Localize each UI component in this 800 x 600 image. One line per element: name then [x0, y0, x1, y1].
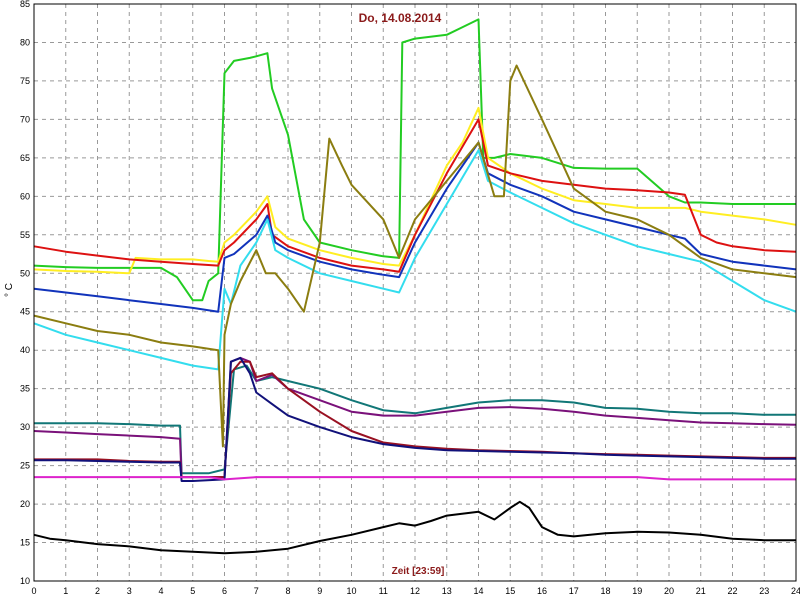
y-tick-label: 45: [20, 307, 30, 317]
y-tick-label: 40: [20, 345, 30, 355]
y-tick-label: 25: [20, 461, 30, 471]
x-tick-label: 11: [379, 586, 388, 596]
y-tick-label: 65: [20, 153, 30, 163]
x-tick-label: 4: [158, 586, 163, 596]
y-tick-label: 80: [20, 37, 30, 47]
x-tick-label: 7: [254, 586, 259, 596]
y-tick-label: 15: [20, 538, 30, 548]
line-chart: 0 1 2 3 4 5 6 7 8 9 10 11 12 13 14 15 16 17 18 19 20 21 22 23 24…: [0, 0, 800, 600]
y-tick-label: 35: [20, 384, 30, 394]
y-tick-label: 20: [20, 499, 30, 509]
x-tick-label: 9: [317, 586, 322, 596]
x-tick-label: 6: [222, 586, 227, 596]
x-tick-label: 19: [632, 586, 642, 596]
x-tick-label: 24: [791, 586, 800, 596]
y-tick-label: 30: [20, 422, 30, 432]
y-tick-label: 60: [20, 191, 30, 201]
x-axis-label: Zeit [23:59]: [392, 566, 445, 577]
x-tick-label: 14: [473, 586, 483, 596]
x-tick-label: 12: [410, 586, 420, 596]
x-tick-label: 17: [569, 586, 579, 596]
chart-area: 0 1 2 3 4 5 6 7 8 9 10 11 12 13 14 15 16 17 18 19 20 21 22 23 24…: [0, 0, 800, 600]
y-tick-label: 85: [20, 0, 30, 9]
x-tick-label: 5: [190, 586, 195, 596]
x-tick-label: 8: [285, 586, 290, 596]
y-tick-label: 55: [20, 230, 30, 240]
x-tick-label: 15: [505, 586, 515, 596]
y-tick-label: 50: [20, 268, 30, 278]
y-tick-label: 10: [20, 576, 30, 586]
chart-title: Do, 14.08.2014: [359, 11, 442, 25]
x-tick-label: 2: [95, 586, 100, 596]
x-tick-label: 21: [696, 586, 706, 596]
x-tick-label: 23: [759, 586, 769, 596]
y-tick-label: 70: [20, 114, 30, 124]
x-tick-label: 10: [346, 586, 356, 596]
x-tick-label: 18: [600, 586, 610, 596]
x-tick-label: 20: [664, 586, 674, 596]
x-tick-label: 0: [31, 586, 36, 596]
x-tick-label: 3: [127, 586, 132, 596]
x-tick-label: 1: [63, 586, 68, 596]
y-tick-label: 75: [20, 76, 30, 86]
x-tick-label: 16: [537, 586, 547, 596]
x-tick-label: 22: [727, 586, 737, 596]
y-axis-label: ° C: [4, 283, 15, 297]
x-tick-label: 13: [442, 586, 452, 596]
